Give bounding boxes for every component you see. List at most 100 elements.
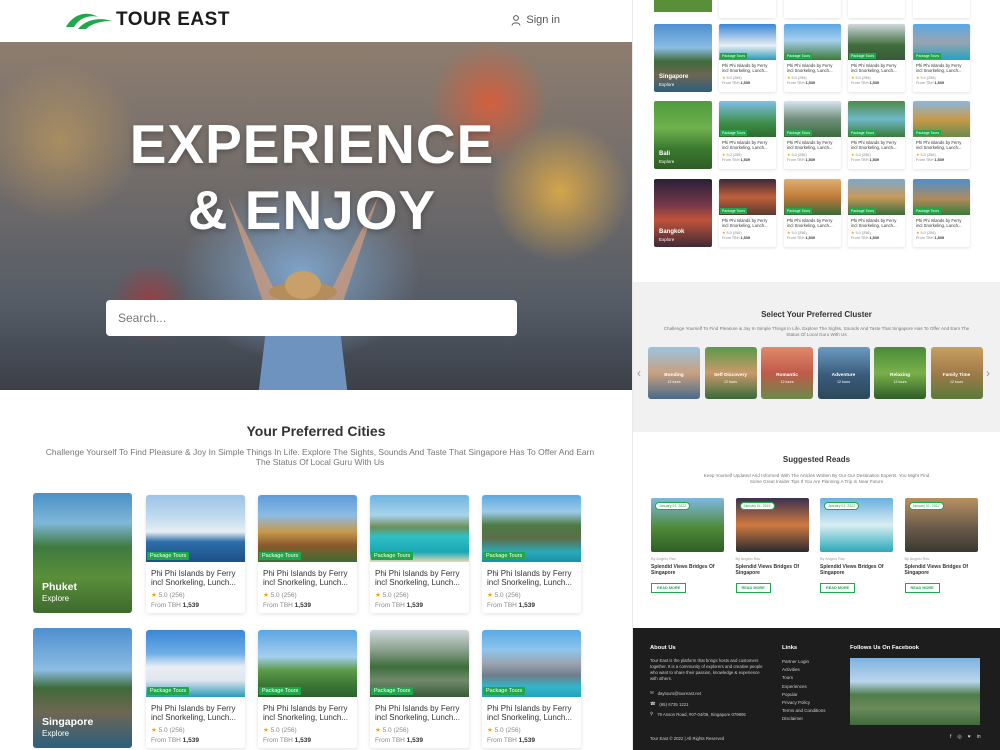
tour-image: Package Tours bbox=[482, 495, 581, 562]
read-more-button[interactable]: READ MORE bbox=[820, 583, 856, 593]
tour-card[interactable]: Package Tours Phi Phi Islands by Ferry in… bbox=[719, 24, 776, 92]
footer-link[interactable]: Terms and Conditions bbox=[782, 707, 826, 715]
tour-badge: Package Tours bbox=[147, 552, 190, 560]
read-card[interactable]: January 01, 2022 By Angelo Rav Splendid … bbox=[735, 498, 809, 594]
tour-price: From TBH 1,539 bbox=[787, 81, 816, 85]
tour-card[interactable]: Package Tours Phi Phi Islands by Ferry in… bbox=[848, 179, 905, 247]
tour-card[interactable]: Package Tours Phi Phi Islands by Ferry in… bbox=[258, 630, 357, 748]
read-more-button[interactable]: READ MORE bbox=[735, 583, 771, 593]
tour-card[interactable]: Package Tours Phi Phi Islands by Ferry in… bbox=[784, 101, 841, 169]
tour-card[interactable]: Package Tours Phi Phi Islands by Ferry in… bbox=[370, 495, 469, 613]
tour-card[interactable]: ★ 5.0 (256) From TBH 1,539 bbox=[848, 0, 905, 18]
footer-link[interactable]: Partner Login bbox=[782, 658, 826, 666]
social-icons: f ◎ ♥ in bbox=[950, 734, 981, 740]
city-explore: Explore bbox=[42, 729, 70, 738]
tour-card[interactable]: Package Tours Phi Phi Islands by Ferry in… bbox=[370, 630, 469, 748]
search-input[interactable] bbox=[106, 300, 517, 336]
footer-link[interactable]: Activities bbox=[782, 666, 826, 674]
footer-phone[interactable]: ☎ (65) 6735 1221 bbox=[650, 701, 689, 707]
tour-badge: Package Tours bbox=[849, 53, 877, 59]
facebook-icon[interactable]: f bbox=[950, 734, 951, 740]
tour-card[interactable]: Package Tours Phi Phi Islands by Ferry in… bbox=[848, 24, 905, 92]
cluster-name: Self Discovery bbox=[713, 373, 748, 378]
footer-email[interactable]: ✉ daytours@toureast.net bbox=[650, 690, 701, 696]
city-card-phuket[interactable]: Phuket Explore bbox=[33, 493, 132, 613]
read-title: Splendid Views Bridges Of Singapore bbox=[820, 564, 884, 576]
read-more-button[interactable]: READ MORE bbox=[651, 583, 687, 593]
tour-card[interactable]: Package Tours Phi Phi Islands by Ferry in… bbox=[146, 630, 245, 748]
tour-badge: Package Tours bbox=[371, 687, 414, 695]
tour-card[interactable]: Package Tours Phi Phi Islands by Ferry in… bbox=[146, 495, 245, 613]
signin-link[interactable]: Sign in bbox=[511, 14, 560, 26]
brand-name: TOUR EAST bbox=[116, 9, 230, 30]
star-icon: ★ bbox=[787, 153, 791, 157]
tour-card[interactable]: Package Tours Phi Phi Islands by Ferry in… bbox=[719, 101, 776, 169]
read-card[interactable]: January 01, 2022 By Angelo Rav Splendid … bbox=[820, 498, 893, 594]
tour-badge: Package Tours bbox=[483, 687, 526, 695]
read-more-button[interactable]: READ MORE bbox=[904, 583, 940, 593]
tour-card[interactable]: Package Tours Phi Phi Islands by Ferry in… bbox=[784, 24, 841, 92]
city-card-singapore[interactable]: Singapore Explore bbox=[33, 628, 132, 748]
tour-card[interactable]: Package Tours Phi Phi Islands by Ferry in… bbox=[913, 179, 970, 247]
tour-card[interactable]: Package Tours Phi Phi Islands by Ferry in… bbox=[258, 495, 357, 613]
tour-price: From TBH 1,539 bbox=[851, 81, 880, 85]
footer-link[interactable]: Popular bbox=[782, 691, 826, 699]
tour-badge: Package Tours bbox=[785, 53, 813, 59]
tour-image: Package Tours bbox=[913, 179, 970, 215]
city-card[interactable]: Singapore Explore bbox=[654, 24, 712, 92]
reads-subtitle: Keep Yourself Updated And Informed With … bbox=[703, 473, 930, 484]
tour-card[interactable]: ★ 5.0 (256) From TBH 1,539 bbox=[784, 0, 841, 18]
tour-card[interactable]: Package Tours Phi Phi Islands by Ferry in… bbox=[784, 179, 841, 247]
tour-badge: Package Tours bbox=[720, 53, 748, 59]
tour-card[interactable]: Package Tours Phi Phi Islands by Ferry in… bbox=[848, 101, 905, 169]
twitter-icon[interactable]: ♥ bbox=[968, 734, 971, 740]
cluster-card[interactable]: Romantic 12 tours bbox=[761, 347, 813, 399]
tour-rating: ★ 5.0 (256) bbox=[151, 727, 185, 734]
city-name: Bali bbox=[659, 151, 671, 157]
tour-card[interactable]: Package Tours Phi Phi Islands by Ferry in… bbox=[913, 24, 970, 92]
chevron-left-icon[interactable]: ‹ bbox=[637, 366, 641, 380]
chevron-right-icon[interactable]: › bbox=[986, 366, 990, 380]
reads-title: Suggested Reads bbox=[782, 455, 851, 464]
read-image: January 01, 2022 bbox=[735, 498, 809, 552]
tour-card[interactable]: Package Tours Phi Phi Islands by Ferry in… bbox=[482, 630, 581, 748]
star-icon: ★ bbox=[851, 231, 855, 235]
tour-image: Package Tours bbox=[370, 495, 469, 562]
instagram-icon[interactable]: ◎ bbox=[957, 734, 961, 740]
tour-image: Package Tours bbox=[719, 101, 776, 137]
read-card[interactable]: January 01, 2022 By Angelo Rav Splendid … bbox=[904, 498, 978, 594]
cluster-card[interactable]: Bonding 12 tours bbox=[648, 347, 700, 399]
tour-card[interactable]: ★ 5.0 (256) From TBH 1,539 bbox=[719, 0, 776, 18]
mail-icon: ✉ bbox=[650, 690, 654, 695]
city-explore: Explore bbox=[659, 82, 675, 87]
tour-image: Package Tours bbox=[784, 101, 841, 137]
tour-card[interactable]: Package Tours Phi Phi Islands by Ferry in… bbox=[913, 101, 970, 169]
linkedin-icon[interactable]: in bbox=[977, 734, 981, 740]
tour-card[interactable]: ★ 5.0 (256) From TBH 1,539 bbox=[913, 0, 970, 18]
footer-link[interactable]: Tours bbox=[782, 674, 826, 682]
tour-image: Package Tours bbox=[719, 179, 776, 215]
tour-price: From TBH 1,539 bbox=[851, 158, 880, 162]
footer-link[interactable]: Disclaimer bbox=[782, 715, 826, 723]
read-date: January 01, 2022 bbox=[908, 502, 944, 510]
tour-card[interactable]: Package Tours Phi Phi Islands by Ferry in… bbox=[482, 495, 581, 613]
tour-card[interactable]: Package Tours Phi Phi Islands by Ferry in… bbox=[719, 179, 776, 247]
cluster-card[interactable]: Relaxing 12 tours bbox=[874, 347, 926, 399]
read-card[interactable]: January 01, 2022 By Angelo Rav Splendid … bbox=[651, 498, 724, 594]
city-name: Singapore bbox=[42, 716, 94, 728]
cluster-count: 12 tours bbox=[837, 380, 850, 384]
cluster-card[interactable]: Family Time 12 tours bbox=[930, 347, 983, 399]
cluster-card[interactable]: Self Discovery 12 tours bbox=[704, 347, 757, 399]
tour-badge: Package Tours bbox=[914, 130, 942, 136]
star-icon: ★ bbox=[151, 592, 157, 599]
star-icon: ★ bbox=[851, 76, 855, 80]
tour-title: Phi Phi Islands by Ferry incl Snorkeling,… bbox=[263, 704, 348, 722]
city-card[interactable]: Bali Explore bbox=[654, 101, 712, 169]
city-card[interactable]: Bangkok Explore bbox=[654, 179, 712, 247]
facebook-feed-image[interactable] bbox=[850, 658, 980, 725]
cluster-card[interactable]: Adventure 12 tours bbox=[817, 347, 870, 399]
footer-link[interactable]: Privacy Policy bbox=[782, 699, 826, 707]
logo[interactable]: TOUR EAST bbox=[64, 9, 230, 31]
tour-image: Package Tours bbox=[258, 630, 357, 697]
footer-link[interactable]: Experiences bbox=[782, 683, 826, 691]
